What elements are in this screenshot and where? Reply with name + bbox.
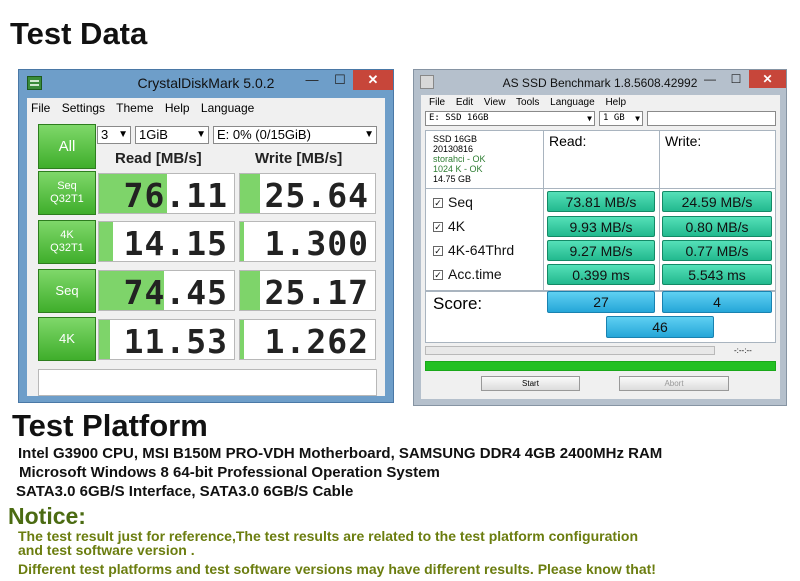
close-button[interactable]: ✕ <box>749 70 786 88</box>
score-read: 27 <box>547 291 655 313</box>
chevron-down-icon: ▼ <box>196 129 206 140</box>
close-button[interactable]: ✕ <box>353 70 393 90</box>
progress-bar <box>425 361 776 371</box>
chevron-down-icon: ▼ <box>635 114 640 123</box>
4k64-read: 9.27 MB/s <box>547 240 655 261</box>
asd-titlebar[interactable]: AS SSD Benchmark 1.8.5608.42992 — ☐ ✕ <box>414 70 786 94</box>
acc-write: 5.543 ms <box>662 264 772 285</box>
seq-read: 73.81 MB/s <box>547 191 655 212</box>
score-write: 4 <box>662 291 772 313</box>
write-bar <box>240 320 245 359</box>
menu-view[interactable]: View <box>484 97 506 108</box>
row-4k[interactable]: ✓ 4K <box>433 218 465 234</box>
read-header: Read [MB/s] <box>115 150 202 167</box>
menu-settings[interactable]: Settings <box>62 101 105 115</box>
checkbox-icon[interactable]: ✓ <box>433 246 443 256</box>
row-acc-time[interactable]: ✓ Acc.time <box>433 266 502 282</box>
page-title: Test Data <box>10 16 148 51</box>
progress-fill <box>426 362 775 370</box>
write-header: Write [MB/s] <box>255 150 343 167</box>
platform-line: Microsoft Windows 8 64-bit Professional … <box>19 464 440 481</box>
menu-language[interactable]: Language <box>201 101 254 115</box>
comment-field[interactable] <box>647 111 776 126</box>
maximize-button[interactable]: ☐ <box>724 70 748 88</box>
menu-theme[interactable]: Theme <box>116 101 153 115</box>
minimize-button[interactable]: — <box>697 70 723 88</box>
menu-help[interactable]: Help <box>605 97 626 108</box>
minimize-button[interactable]: — <box>299 70 325 90</box>
seq-write: 24.59 MB/s <box>662 191 772 212</box>
read-header: Read: <box>549 133 587 149</box>
4k-q32t1-write: 1.300 <box>239 221 376 262</box>
4k64-write: 0.77 MB/s <box>662 240 772 261</box>
seq-q32t1-button[interactable]: Seq Q32T1 <box>38 171 96 215</box>
write-bar <box>240 222 245 261</box>
menu-file[interactable]: File <box>31 101 50 115</box>
read-bar <box>99 222 113 261</box>
time-bar <box>425 346 715 355</box>
drive-info: SSD 16GB 20130816 storahci - OK 1024 K -… <box>433 134 486 184</box>
4k-write: 1.262 <box>239 319 376 360</box>
all-button[interactable]: All <box>38 124 96 169</box>
crystaldiskmark-window: CrystalDiskMark 5.0.2 — ☐ ✕ File Setting… <box>18 69 394 403</box>
platform-line: SATA3.0 6GB/S Interface, SATA3.0 6GB/S C… <box>16 483 354 500</box>
notice-line: Different test platforms and test softwa… <box>18 561 656 577</box>
row-4k-64thrd[interactable]: ✓ 4K-64Thrd <box>433 242 514 258</box>
checkbox-icon[interactable]: ✓ <box>433 270 443 280</box>
cdm-titlebar[interactable]: CrystalDiskMark 5.0.2 — ☐ ✕ <box>19 70 393 97</box>
4k-q32t1-read: 14.15 <box>98 221 235 262</box>
runs-select[interactable]: 3 ▼ <box>97 126 131 144</box>
menu-language[interactable]: Language <box>550 97 595 108</box>
menu-tools[interactable]: Tools <box>516 97 539 108</box>
score-label: Score: <box>433 294 483 313</box>
chevron-down-icon: ▼ <box>587 114 592 123</box>
4k-read: 11.53 <box>98 319 235 360</box>
drive-select[interactable]: E: SSD 16GB ▼ <box>425 111 595 126</box>
seq-write: 25.17 <box>239 270 376 311</box>
notice-title: Notice: <box>8 503 86 529</box>
chevron-down-icon: ▼ <box>364 129 374 140</box>
4k-q32t1-button[interactable]: 4K Q32T1 <box>38 220 96 264</box>
checkbox-icon[interactable]: ✓ <box>433 198 443 208</box>
drive-select[interactable]: E: 0% (0/15GiB) ▼ <box>213 126 377 144</box>
write-bar <box>240 174 261 213</box>
seq-button[interactable]: Seq <box>38 269 96 313</box>
4k-button[interactable]: 4K <box>38 317 96 361</box>
platform-title: Test Platform <box>12 408 208 443</box>
maximize-button[interactable]: ☐ <box>327 70 353 90</box>
cdm-menubar: File Settings Theme Help Language <box>31 101 262 115</box>
start-button[interactable]: Start <box>481 376 580 391</box>
chevron-down-icon: ▼ <box>118 129 128 140</box>
as-ssd-window: AS SSD Benchmark 1.8.5608.42992 — ☐ ✕ Fi… <box>413 69 787 406</box>
menu-help[interactable]: Help <box>165 101 190 115</box>
platform-line: Intel G3900 CPU, MSI B150M PRO-VDH Mothe… <box>18 445 663 462</box>
seq-read: 74.45 <box>98 270 235 311</box>
seq-q32t1-write: 25.64 <box>239 173 376 214</box>
size-select[interactable]: 1GiB ▼ <box>135 126 209 144</box>
asd-client: File Edit View Tools Language Help E: SS… <box>421 95 780 399</box>
menu-file[interactable]: File <box>429 97 445 108</box>
size-select[interactable]: 1 GB ▼ <box>599 111 643 126</box>
comment-field[interactable] <box>38 369 377 396</box>
time-readout: -:--:-- <box>734 346 752 355</box>
read-bar <box>99 320 110 359</box>
menu-edit[interactable]: Edit <box>456 97 473 108</box>
score-total: 46 <box>606 316 714 338</box>
checkbox-icon[interactable]: ✓ <box>433 222 443 232</box>
asd-menubar: File Edit View Tools Language Help <box>429 97 634 108</box>
write-header: Write: <box>665 133 702 149</box>
4k-write: 0.80 MB/s <box>662 216 772 237</box>
4k-read: 9.93 MB/s <box>547 216 655 237</box>
row-seq[interactable]: ✓ Seq <box>433 194 473 210</box>
notice-line: and test software version . <box>18 542 195 558</box>
seq-q32t1-read: 76.11 <box>98 173 235 214</box>
acc-read: 0.399 ms <box>547 264 655 285</box>
write-bar <box>240 271 261 310</box>
abort-button[interactable]: Abort <box>619 376 729 391</box>
